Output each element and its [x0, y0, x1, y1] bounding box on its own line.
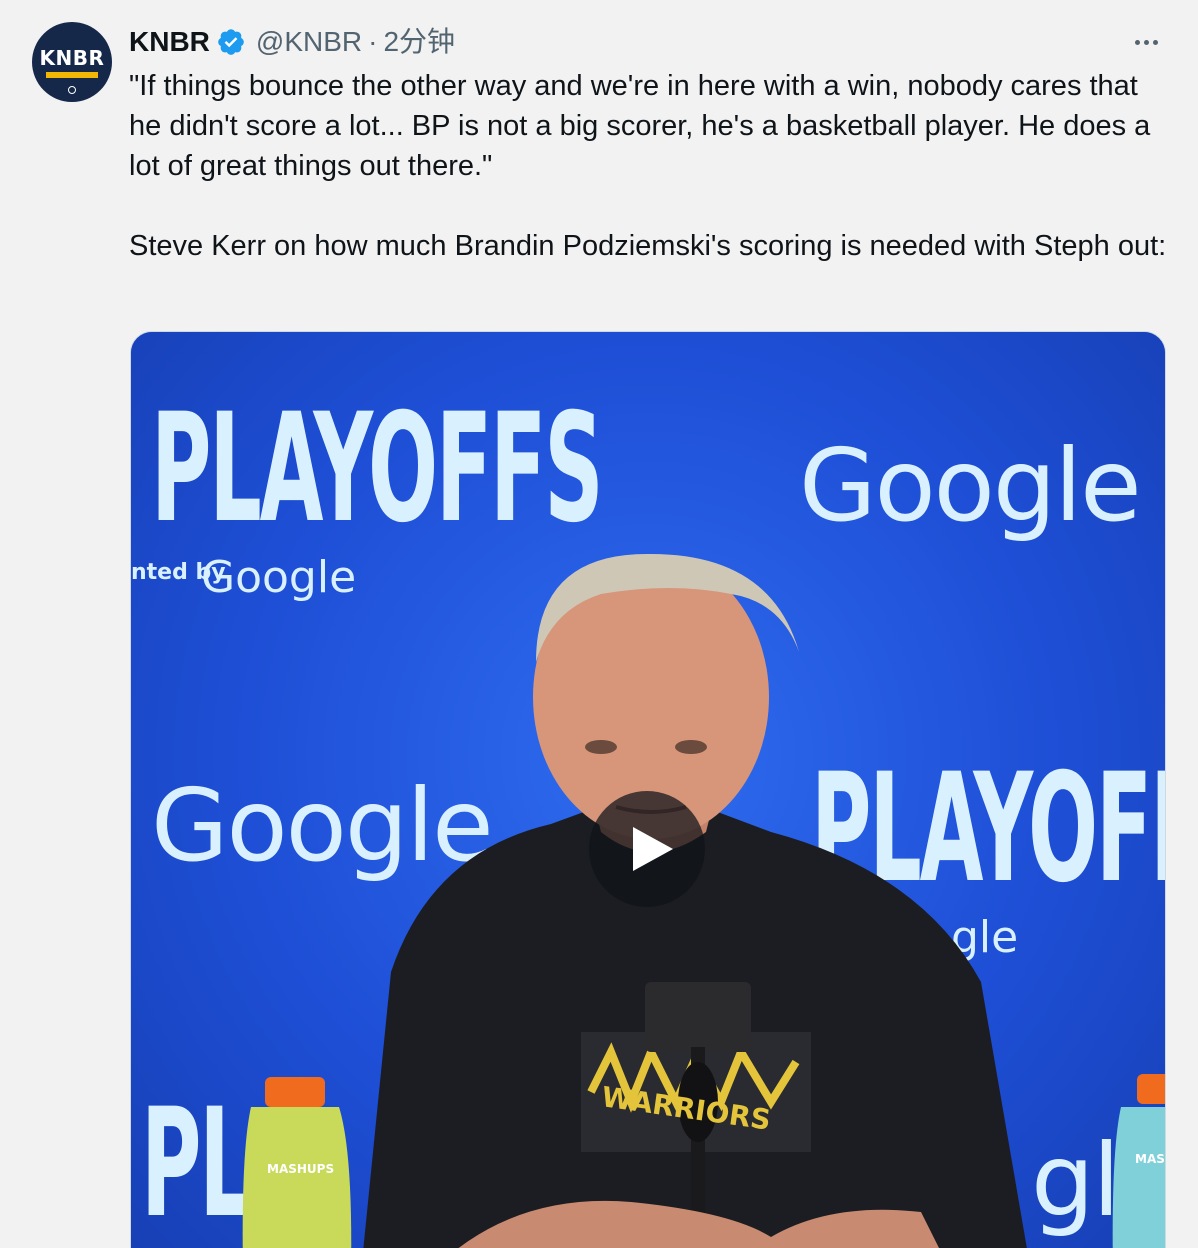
more-dot [1152, 39, 1158, 45]
play-button[interactable] [589, 791, 705, 907]
avatar-logo-text: KNBR [39, 46, 105, 70]
avatar-logo-stripe [46, 72, 98, 78]
tweet-paragraph: Steve Kerr on how much Brandin Podziemsk… [129, 230, 1167, 262]
author-handle[interactable]: @KNBR [256, 24, 362, 60]
more-dot [1143, 39, 1149, 45]
tweet-header: KNBR @KNBR · 2分钟 [129, 24, 455, 60]
verified-badge-icon [216, 27, 246, 57]
more-dot [1134, 39, 1140, 45]
tweet-paragraph: "If things bounce the other way and we'r… [129, 70, 1151, 182]
more-options-icon[interactable] [1126, 24, 1166, 60]
bottle-label-left: MASHUPS [267, 1162, 335, 1176]
tweet-text: "If things bounce the other way and we'r… [129, 66, 1169, 266]
video-player[interactable]: PLAYOFFS nted by Google Google Google PL… [130, 331, 1166, 1248]
separator-dot: · [368, 26, 378, 57]
timestamp[interactable]: 2分钟 [383, 24, 455, 60]
author-name[interactable]: KNBR [129, 24, 210, 60]
bottle-label-right: MAS [1135, 1152, 1165, 1166]
avatar[interactable]: KNBR [32, 22, 112, 102]
tweet: KNBR KNBR @KNBR · 2分钟 "If things bounce … [0, 0, 1198, 1248]
play-icon [633, 827, 673, 871]
avatar-logo-dot [68, 86, 76, 94]
